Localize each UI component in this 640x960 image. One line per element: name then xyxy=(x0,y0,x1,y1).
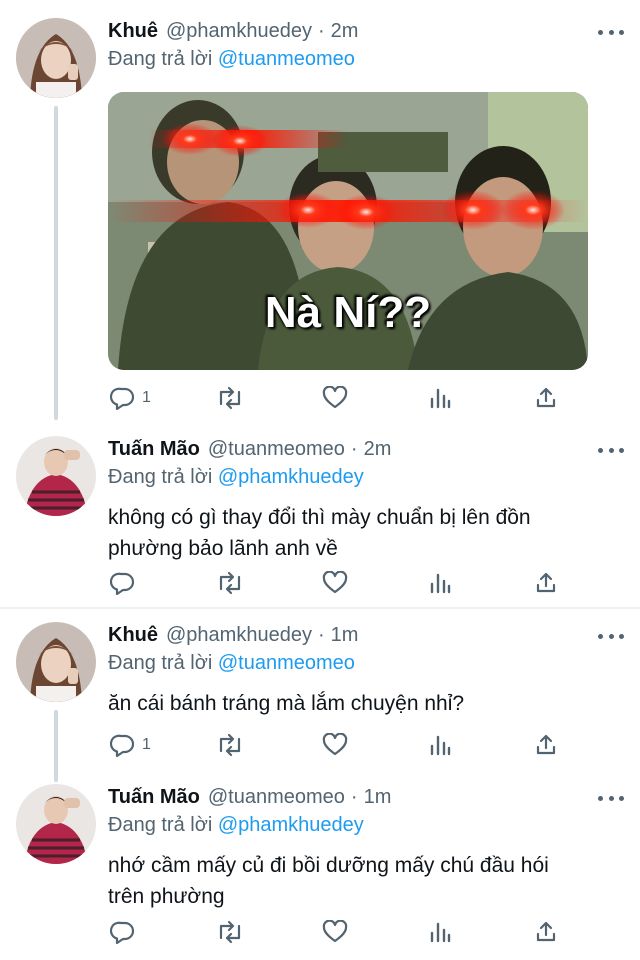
replying-to-label: Đang trả lời xyxy=(108,652,213,674)
retweet-icon[interactable] xyxy=(216,383,244,413)
tweet-text-line: trên phường xyxy=(108,885,225,908)
share-icon[interactable] xyxy=(534,730,558,760)
retweet-icon[interactable] xyxy=(216,730,244,760)
mention-link[interactable]: @phamkhuedey xyxy=(218,814,364,836)
tweet-actions: 1 xyxy=(108,383,578,413)
analytics-icon[interactable] xyxy=(428,730,452,760)
analytics-icon[interactable] xyxy=(428,383,452,413)
timestamp[interactable]: 1m xyxy=(331,622,359,648)
share-icon[interactable] xyxy=(534,383,558,413)
tweet-header: Khuê @phamkhuedey · 2m xyxy=(108,18,624,44)
tweet-text-line: ăn cái bánh tráng mà lắm chuyện nhỉ? xyxy=(108,692,465,715)
tweet-divider xyxy=(0,607,640,609)
avatar-khue[interactable] xyxy=(16,622,96,702)
analytics-icon[interactable] xyxy=(428,568,452,598)
replying-to-label: Đang trả lời xyxy=(108,48,213,70)
retweet-icon[interactable] xyxy=(216,917,244,947)
reply-icon[interactable] xyxy=(110,917,136,947)
mention-link[interactable]: @tuanmeomeo xyxy=(218,652,355,674)
tweet-body: Khuê @phamkhuedey · 1m Đang trả lời @tua… xyxy=(108,622,624,719)
tweet-body: Tuấn Mão @tuanmeomeo · 2m Đang trả lời @… xyxy=(108,436,624,564)
retweet-icon[interactable] xyxy=(216,568,244,598)
heart-icon[interactable] xyxy=(322,730,348,760)
share-icon[interactable] xyxy=(534,568,558,598)
heart-icon[interactable] xyxy=(322,917,348,947)
timestamp[interactable]: 2m xyxy=(331,18,359,44)
username[interactable]: @phamkhuedey xyxy=(166,622,312,648)
display-name[interactable]: Khuê xyxy=(108,622,158,648)
tweet[interactable]: Khuê @phamkhuedey · 2m Đang trả lời @tua… xyxy=(0,0,640,420)
replying-to: Đang trả lời @tuanmeomeo xyxy=(108,46,624,72)
tweet-text: không có gì thay đổi thì mày chuẩn bị lê… xyxy=(108,502,624,564)
tweet-body: Tuấn Mão @tuanmeomeo · 1m Đang trả lời @… xyxy=(108,784,624,912)
avatar-tuan[interactable] xyxy=(16,784,96,864)
share-icon[interactable] xyxy=(534,917,558,947)
mention-link[interactable]: @phamkhuedey xyxy=(218,466,364,488)
analytics-icon[interactable] xyxy=(428,917,452,947)
avatar-khue[interactable] xyxy=(16,18,96,98)
reply-icon[interactable]: 1 xyxy=(110,383,151,413)
display-name[interactable]: Khuê xyxy=(108,18,158,44)
tweet-body: Khuê @phamkhuedey · 2m Đang trả lời @tua… xyxy=(108,18,624,72)
tweet[interactable]: Tuấn Mão @tuanmeomeo · 1m Đang trả lời @… xyxy=(0,772,640,960)
tweet-text-line: nhớ cầm mấy củ đi bồi dưỡng mấy chú đầu … xyxy=(108,854,549,877)
avatar-tuan[interactable] xyxy=(16,436,96,516)
display-name[interactable]: Tuấn Mão xyxy=(108,784,200,810)
tweet-header: Tuấn Mão @tuanmeomeo · 1m xyxy=(108,784,624,810)
heart-icon[interactable] xyxy=(322,383,348,413)
tweet-text-line: phường bảo lãnh anh về xyxy=(108,537,338,560)
thread-line xyxy=(54,106,58,420)
reply-count: 1 xyxy=(142,389,151,406)
username[interactable]: @tuanmeomeo xyxy=(208,436,345,462)
username[interactable]: @phamkhuedey xyxy=(166,18,312,44)
thread-page: Khuê @phamkhuedey · 2m Đang trả lời @tua… xyxy=(0,0,640,960)
tweet-actions: 1 xyxy=(108,730,578,760)
more-icon[interactable] xyxy=(598,626,624,646)
reply-icon[interactable] xyxy=(110,568,136,598)
timestamp[interactable]: 1m xyxy=(364,784,392,810)
more-icon[interactable] xyxy=(598,788,624,808)
tweet-text: ăn cái bánh tráng mà lắm chuyện nhỉ? xyxy=(108,688,624,719)
tweet-text: nhớ cầm mấy củ đi bồi dưỡng mấy chú đầu … xyxy=(108,850,624,912)
tweet[interactable]: Tuấn Mão @tuanmeomeo · 2m Đang trả lời @… xyxy=(0,420,640,608)
separator-dot: · xyxy=(350,786,358,808)
replying-to: Đang trả lời @phamkhuedey xyxy=(108,812,624,838)
tweet-actions xyxy=(108,568,578,598)
heart-icon[interactable] xyxy=(322,568,348,598)
tweet-header: Tuấn Mão @tuanmeomeo · 2m xyxy=(108,436,624,462)
tweet-actions xyxy=(108,917,578,947)
replying-to-label: Đang trả lời xyxy=(108,466,213,488)
timestamp[interactable]: 2m xyxy=(364,436,392,462)
tweet-header: Khuê @phamkhuedey · 1m xyxy=(108,622,624,648)
replying-to-label: Đang trả lời xyxy=(108,814,213,836)
tweet-text-line: không có gì thay đổi thì mày chuẩn bị lê… xyxy=(108,506,531,529)
reply-icon[interactable]: 1 xyxy=(110,730,151,760)
reply-count: 1 xyxy=(142,736,151,753)
image-caption: Nà Ní?? xyxy=(264,288,432,337)
separator-dot: · xyxy=(317,20,325,42)
more-icon[interactable] xyxy=(598,22,624,42)
more-icon[interactable] xyxy=(598,440,624,460)
username[interactable]: @tuanmeomeo xyxy=(208,784,345,810)
tweet[interactable]: Khuê @phamkhuedey · 1m Đang trả lời @tua… xyxy=(0,610,640,782)
display-name[interactable]: Tuấn Mão xyxy=(108,436,200,462)
tweet-image[interactable]: Nà Ní?? xyxy=(108,92,588,370)
replying-to: Đang trả lời @tuanmeomeo xyxy=(108,650,624,676)
mention-link[interactable]: @tuanmeomeo xyxy=(218,48,355,70)
separator-dot: · xyxy=(350,438,358,460)
replying-to: Đang trả lời @phamkhuedey xyxy=(108,464,624,490)
separator-dot: · xyxy=(317,624,325,646)
